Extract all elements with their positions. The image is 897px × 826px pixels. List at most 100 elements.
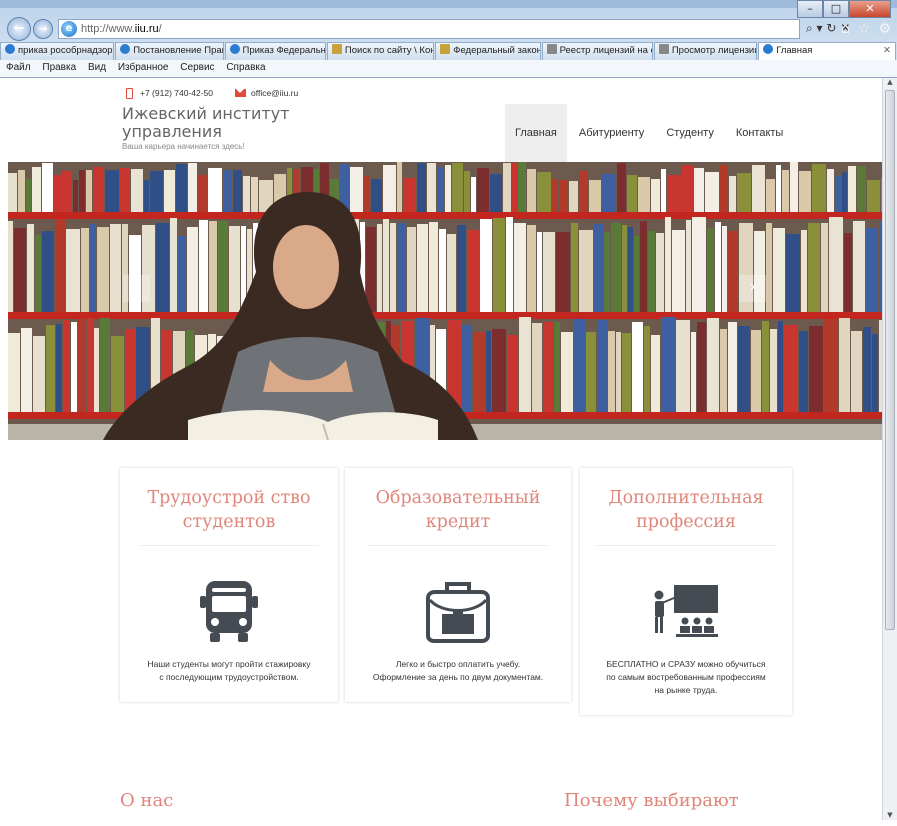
book-spine xyxy=(752,165,765,212)
book-spine xyxy=(144,180,149,212)
menu-view[interactable]: Вид xyxy=(88,62,106,73)
tab-7[interactable]: Просмотр лицензии xyxy=(653,42,758,60)
page-viewport: +7 (912) 740-42-50 office@iiu.ru Ижевски… xyxy=(8,78,882,820)
book-spine xyxy=(728,231,738,312)
menu-favorites[interactable]: Избранное xyxy=(118,62,169,73)
book-spine xyxy=(707,318,719,412)
tab-6[interactable]: Реестр лицензий на о... xyxy=(541,42,653,60)
scroll-down-arrow-icon[interactable]: ▼ xyxy=(885,811,895,820)
book-spine xyxy=(527,225,536,312)
book-spine xyxy=(571,223,578,312)
nav-contacts[interactable]: Контакты xyxy=(726,104,794,162)
main-nav: Главная Абитуриенту Студенту Контакты xyxy=(505,104,795,162)
scrollbar-thumb[interactable] xyxy=(885,90,895,630)
book-spine xyxy=(471,177,476,212)
book-spine xyxy=(809,326,823,412)
book-spine xyxy=(851,331,862,412)
book-spine xyxy=(131,169,143,212)
book-spine xyxy=(799,171,811,212)
book-spine xyxy=(640,221,647,312)
close-window-button[interactable]: ✕ xyxy=(849,0,891,18)
close-tab-icon[interactable]: ✕ xyxy=(883,43,891,59)
book-spine xyxy=(371,179,382,212)
book-spine xyxy=(457,225,466,312)
book-spine xyxy=(651,335,660,412)
tab-4[interactable]: Поиск по сайту \ Конс... xyxy=(326,42,435,60)
title-bar xyxy=(0,0,897,8)
book-spine xyxy=(559,180,568,212)
carousel-prev-button[interactable]: ‹ xyxy=(123,275,150,302)
maximize-button[interactable]: □ xyxy=(823,0,849,18)
card-divider xyxy=(139,545,319,546)
carousel-next-button[interactable]: › xyxy=(739,275,766,302)
book-spine xyxy=(722,226,727,312)
book-spine xyxy=(462,325,472,412)
book-spine xyxy=(178,236,186,312)
teacher-board-icon xyxy=(654,585,718,637)
tab-3[interactable]: Приказ Федеральной ... xyxy=(224,42,326,60)
book-spine xyxy=(622,333,631,412)
tab-active[interactable]: Главная ✕ xyxy=(758,42,896,60)
vertical-scrollbar[interactable]: ▲ ▼ xyxy=(882,78,897,820)
book-spine xyxy=(229,226,240,312)
book-spine xyxy=(627,175,637,212)
book-spine xyxy=(437,167,444,212)
book-spine xyxy=(863,327,871,412)
book-spine xyxy=(493,218,505,312)
home-icon[interactable]: ⌂ xyxy=(841,21,850,37)
toolbar-icons: ⌂ ☆ ⚙ xyxy=(841,21,891,37)
feature-card-employment[interactable]: Трудоустрой ство студентов Наши студенты … xyxy=(120,468,338,702)
nav-students[interactable]: Студенту xyxy=(656,104,724,162)
book-spine xyxy=(579,171,588,212)
site-brand[interactable]: Ижевский институт управления Ваша карьера… xyxy=(122,104,290,152)
minimize-button[interactable]: – xyxy=(797,0,823,18)
menu-help[interactable]: Справка xyxy=(226,62,265,73)
menu-file[interactable]: Файл xyxy=(6,62,31,73)
book-spine xyxy=(527,169,536,212)
book-spine xyxy=(574,319,585,412)
back-button[interactable]: ← xyxy=(7,17,31,41)
feature-card-profession[interactable]: Дополнительная профессия БЕСПЛАТНО и СРА… xyxy=(580,468,792,715)
contact-email[interactable]: office@iiu.ru xyxy=(251,88,298,98)
book-spine xyxy=(737,173,751,212)
address-url[interactable]: http://www.iiu.ru/ xyxy=(81,23,162,35)
book-spine xyxy=(209,221,217,312)
book-spine xyxy=(243,176,250,212)
book-spine xyxy=(218,221,228,312)
navigation-row: ← → e http://www.iiu.ru/ ⌕ ▾ ↻ ✕ ⌂ ☆ ⚙ xyxy=(0,17,897,41)
site-title: Ижевский институт управления xyxy=(122,104,290,141)
book-spine xyxy=(604,232,610,312)
menu-tools[interactable]: Сервис xyxy=(180,62,214,73)
book-spine xyxy=(26,179,31,212)
book-spine xyxy=(728,322,737,412)
book-spine xyxy=(35,235,41,312)
book-spine xyxy=(579,230,593,312)
section-about-title: О нас xyxy=(120,790,174,811)
nav-applicants[interactable]: Абитуриенту xyxy=(569,104,654,162)
nav-home[interactable]: Главная xyxy=(505,104,567,162)
book-spine xyxy=(667,175,681,212)
book-spine xyxy=(14,228,26,312)
book-spine xyxy=(97,227,109,312)
tab-5[interactable]: Федеральный закон о... xyxy=(435,42,541,60)
tab-1[interactable]: приказ рособрнадзор... xyxy=(0,42,115,60)
book-spine xyxy=(93,167,104,212)
book-spine xyxy=(799,331,808,412)
book-spine xyxy=(105,170,119,212)
scroll-up-arrow-icon[interactable]: ▲ xyxy=(885,78,895,87)
book-spine xyxy=(78,319,86,412)
book-spine xyxy=(616,332,621,412)
book-spine xyxy=(617,163,626,212)
book-spine xyxy=(638,177,650,212)
book-spine xyxy=(782,170,789,212)
menu-edit[interactable]: Правка xyxy=(42,62,76,73)
address-bar[interactable]: e http://www.iiu.ru/ xyxy=(58,19,800,39)
book-spine xyxy=(543,322,553,412)
tab-2[interactable]: Постановление Прави... xyxy=(115,42,224,60)
page-tab-icon xyxy=(546,44,557,54)
book-spine xyxy=(778,321,783,412)
favorites-star-icon[interactable]: ☆ xyxy=(858,21,871,37)
gear-icon[interactable]: ⚙ xyxy=(878,21,891,37)
forward-button[interactable]: → xyxy=(33,19,53,39)
feature-card-credit[interactable]: Образовательный кредит Легко и быстро опл… xyxy=(345,468,571,702)
